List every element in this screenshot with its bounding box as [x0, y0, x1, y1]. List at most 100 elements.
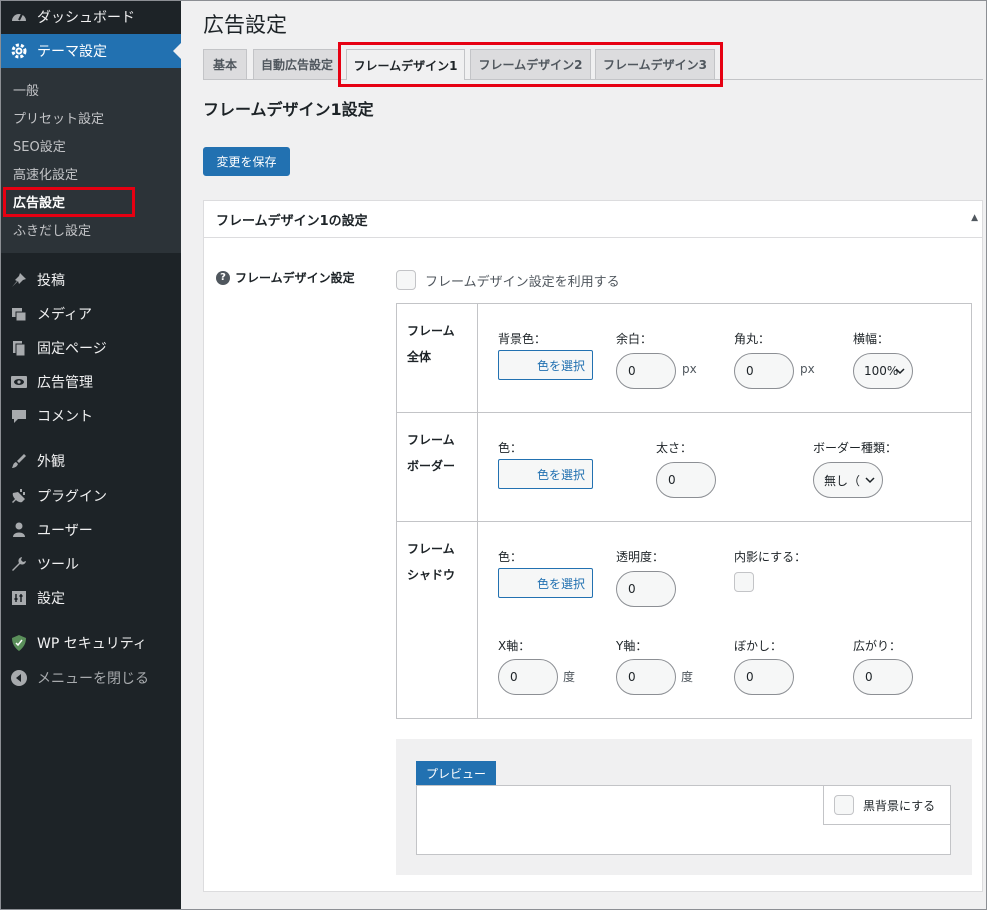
width-select[interactable]: 100%: [853, 353, 913, 389]
chevron-down-icon: [865, 477, 875, 484]
submenu-balloon[interactable]: ふきだし設定: [0, 215, 181, 243]
sidebar-item-dashboard[interactable]: ダッシュボード: [0, 0, 181, 34]
brush-icon: [10, 452, 28, 470]
sidebar-item-label: 広告管理: [37, 375, 93, 391]
inner-shadow-checkbox[interactable]: [734, 572, 754, 592]
preview-tab: プレビュー: [416, 761, 497, 786]
section-title: フレームデザイン1設定: [203, 100, 374, 119]
sidebar-item-comments[interactable]: コメント: [0, 399, 181, 433]
sidebar-item-pages[interactable]: 固定ページ: [0, 331, 181, 365]
blur-label: ぼかし：: [734, 639, 783, 653]
radius-input[interactable]: 0: [734, 353, 794, 389]
sidebar-item-label: プラグイン: [37, 489, 107, 505]
tab-auto-ads[interactable]: 自動広告設定: [253, 49, 341, 79]
sidebar-item-wp-security[interactable]: WP セキュリティ: [0, 626, 181, 660]
sidebar-item-label: ユーザー: [37, 523, 93, 539]
sidebar-item-tools[interactable]: ツール: [0, 547, 181, 581]
main-content: 広告設定 基本 自動広告設定 フレームデザイン1 フレームデザイン2 フレームデ…: [181, 0, 987, 910]
pin-icon: [10, 271, 28, 289]
shadow-color-picker-button[interactable]: 色を選択: [498, 568, 593, 598]
sidebar-item-plugins[interactable]: プラグイン: [0, 479, 181, 513]
submenu-speed[interactable]: 高速化設定: [0, 159, 181, 187]
row-header-line2: 全体: [407, 350, 432, 364]
checkbox[interactable]: [834, 795, 854, 815]
blur-input[interactable]: 0: [734, 659, 794, 695]
use-frame-design-checkbox[interactable]: フレームデザイン設定を利用する: [396, 270, 620, 290]
collapse-menu-button[interactable]: メニューを閉じる: [0, 661, 181, 695]
chevron-down-icon: [895, 368, 905, 375]
preview-box: 黒背景にする: [416, 785, 951, 855]
dark-background-toggle[interactable]: 黒背景にする: [823, 785, 951, 825]
sidebar-item-label: 外観: [37, 454, 65, 470]
field-label-text: フレームデザイン設定: [235, 271, 355, 285]
row-header-line2: ボーダー: [407, 459, 456, 473]
row-frame-border: フレーム ボーダー 色： 色を選択 太さ： 0 ボーダー種類： 無し（: [397, 413, 971, 522]
spread-label: 広がり：: [853, 639, 902, 653]
shield-icon: [10, 634, 28, 652]
thickness-input[interactable]: 0: [656, 462, 716, 498]
row-frame-shadow: フレーム シャドウ 色： 色を選択 透明度： 0 内影にする： X軸： 0 度 …: [397, 522, 971, 718]
gear-icon: [10, 42, 28, 60]
frame-design-panel: フレームデザイン1の設定 ▲ ? フレームデザイン設定 フレームデザイン設定を利…: [203, 200, 983, 892]
row-frame-whole: フレーム 全体 背景色： 色を選択 余白： 0 px 角丸： 0 px 横幅： …: [397, 304, 971, 413]
ads-settings-highlight: [3, 187, 135, 217]
help-icon[interactable]: ?: [216, 270, 230, 285]
margin-input[interactable]: 0: [616, 353, 676, 389]
row-header: フレーム シャドウ: [397, 522, 478, 718]
sidebar-item-label: コメント: [37, 409, 93, 425]
checkbox-label: フレームデザイン設定を利用する: [425, 274, 620, 290]
y-axis-input[interactable]: 0: [616, 659, 676, 695]
user-icon: [10, 521, 28, 539]
sidebar-item-posts[interactable]: 投稿: [0, 263, 181, 297]
sidebar-item-label: ダッシュボード: [37, 10, 135, 26]
panel-header[interactable]: フレームデザイン1の設定 ▲: [204, 201, 982, 238]
row-header: フレーム ボーダー: [397, 413, 478, 521]
submenu-seo[interactable]: SEO設定: [0, 131, 181, 159]
margin-unit: px: [682, 362, 697, 376]
settings-icon: [10, 589, 28, 607]
thickness-label: 太さ：: [656, 441, 693, 455]
save-button[interactable]: 変更を保存: [203, 147, 290, 176]
sidebar-item-label: 設定: [37, 591, 65, 607]
sidebar-item-label: WP セキュリティ: [37, 636, 147, 652]
sidebar-item-appearance[interactable]: 外観: [0, 444, 181, 478]
submenu-preset[interactable]: プリセット設定: [0, 103, 181, 131]
plugin-icon: [10, 487, 28, 505]
border-type-select[interactable]: 無し（: [813, 462, 883, 498]
collapse-arrow-icon[interactable]: ▲: [971, 213, 978, 223]
border-color-picker-button[interactable]: 色を選択: [498, 459, 593, 489]
sidebar-item-label: メディア: [37, 307, 93, 323]
sidebar-item-settings[interactable]: 設定: [0, 581, 181, 615]
shadow-color-label: 色：: [498, 550, 523, 564]
x-axis-label: X軸：: [498, 639, 531, 653]
x-axis-input[interactable]: 0: [498, 659, 558, 695]
row-header-line1: フレーム: [407, 324, 455, 338]
row-header: フレーム 全体: [397, 304, 478, 412]
sidebar-item-label: 固定ページ: [37, 341, 107, 357]
page-icon: [10, 339, 28, 357]
eye-icon: [10, 373, 28, 391]
x-axis-unit: 度: [563, 670, 576, 684]
sidebar-item-label: 投稿: [37, 273, 65, 289]
checkbox[interactable]: [396, 270, 416, 290]
opacity-input[interactable]: 0: [616, 571, 676, 607]
bg-color-picker-button[interactable]: 色を選択: [498, 350, 593, 380]
tabs-highlight: [338, 42, 723, 87]
border-color-label: 色：: [498, 441, 523, 455]
inner-shadow-label: 内影にする：: [734, 550, 807, 564]
spread-input[interactable]: 0: [853, 659, 913, 695]
sidebar-item-media[interactable]: メディア: [0, 297, 181, 331]
dashboard-icon: [10, 8, 28, 26]
margin-label: 余白：: [616, 332, 653, 346]
sidebar-item-label: ツール: [37, 557, 79, 573]
row-header-line1: フレーム: [407, 433, 455, 447]
sidebar-item-users[interactable]: ユーザー: [0, 513, 181, 547]
tab-basic[interactable]: 基本: [203, 49, 247, 79]
width-label: 横幅：: [853, 332, 890, 346]
sidebar-item-ad-manager[interactable]: 広告管理: [0, 365, 181, 399]
page-title: 広告設定: [203, 13, 287, 37]
frame-design-field-label: ? フレームデザイン設定: [216, 269, 355, 286]
submenu-general[interactable]: 一般: [0, 75, 181, 103]
sidebar-item-theme-settings[interactable]: テーマ設定: [0, 34, 181, 68]
wrench-icon: [10, 555, 28, 573]
